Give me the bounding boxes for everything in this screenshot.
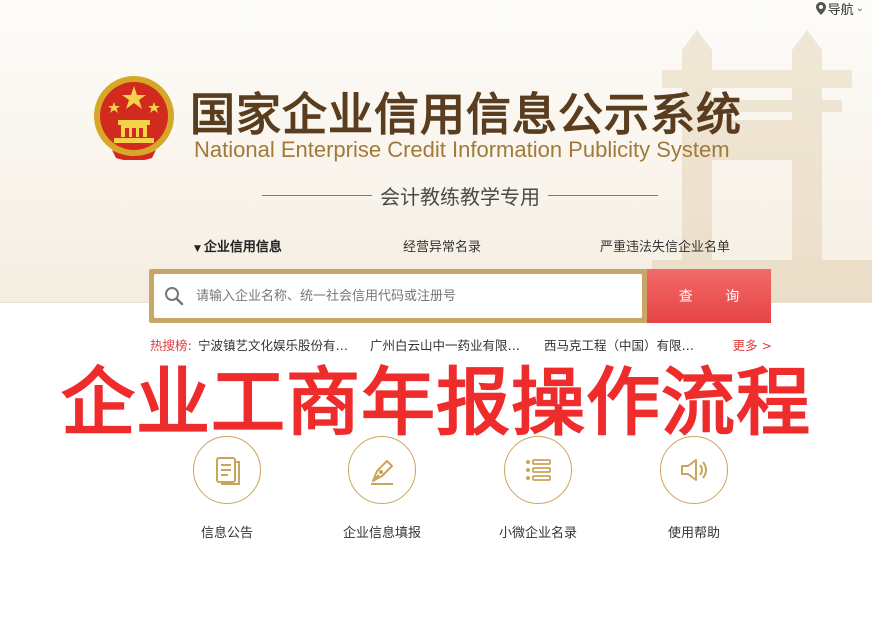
hot-search-label: 热搜榜:: [150, 338, 192, 353]
search-bar: 查 询: [149, 269, 771, 323]
navigation-link[interactable]: 导航 ⌄: [815, 0, 864, 18]
navigation-label: 导航: [827, 2, 854, 18]
service-circle: [193, 436, 261, 504]
speaker-icon: [681, 459, 707, 481]
tab-label: 严重违法失信企业名单: [600, 240, 731, 255]
service-announcement[interactable]: 信息公告: [167, 436, 287, 541]
location-pin-icon: [815, 1, 826, 15]
divider-right: [548, 194, 658, 196]
chevron-down-icon: ⌄: [855, 2, 864, 14]
subtitle-text: 会计教练教学专用: [380, 184, 540, 209]
service-fill-report[interactable]: 企业信息填报: [322, 436, 442, 541]
system-title-cn: 国家企业信用信息公示系统: [190, 88, 743, 141]
monument-watermark-icon: [652, 30, 872, 302]
service-label: 企业信息填报: [342, 526, 421, 541]
search-input[interactable]: [194, 287, 628, 305]
national-emblem-logo: [94, 76, 174, 160]
service-label: 信息公告: [200, 526, 253, 541]
announcement-icon: [216, 457, 240, 485]
service-small-enterprise[interactable]: 小微企业名录: [478, 436, 598, 541]
list-icon: [526, 459, 551, 481]
more-link[interactable]: 更多 >: [733, 335, 772, 354]
tab-dishonest-list[interactable]: 严重违法失信企业名单: [600, 236, 730, 255]
pen-fill-icon: [371, 460, 393, 485]
triangle-down-icon: ▼: [194, 244, 201, 254]
service-circle: [504, 436, 572, 504]
service-help[interactable]: 使用帮助: [634, 436, 754, 541]
hot-search-item[interactable]: 广州白云山中一药业有限…: [370, 335, 520, 354]
service-label: 小微企业名录: [498, 526, 577, 541]
overlay-banner: 企业工商年报操作流程: [61, 360, 811, 446]
hot-search: 热搜榜: 宁波镇艺文化娱乐股份有… 广州白云山中一药业有限… 西马克工程（中国）…: [150, 335, 774, 353]
search-icon: [165, 287, 184, 306]
system-title-en: National Enterprise Credit Information P…: [194, 137, 730, 162]
hot-search-item[interactable]: 西马克工程（中国）有限…: [544, 335, 694, 354]
tab-credit-info[interactable]: ▼ 企业信用信息: [194, 236, 282, 255]
tab-abnormal-list[interactable]: 经营异常名录: [403, 236, 481, 255]
service-label: 使用帮助: [667, 526, 720, 541]
search-tabs: ▼ 企业信用信息 经营异常名录 严重违法失信企业名单: [150, 236, 770, 258]
search-button[interactable]: 查 询: [647, 269, 771, 323]
service-circle: [348, 436, 416, 504]
subtitle: 会计教练教学专用: [262, 180, 658, 210]
service-entries: 信息公告 企业信息填报 小微企业名录 使用帮助: [0, 436, 872, 556]
hot-search-item[interactable]: 宁波镇艺文化娱乐股份有…: [198, 335, 348, 354]
service-circle: [660, 436, 728, 504]
tab-label: 经营异常名录: [403, 240, 482, 255]
tab-label: 企业信用信息: [203, 240, 282, 255]
search-box: [154, 274, 642, 318]
divider-left: [262, 194, 372, 196]
